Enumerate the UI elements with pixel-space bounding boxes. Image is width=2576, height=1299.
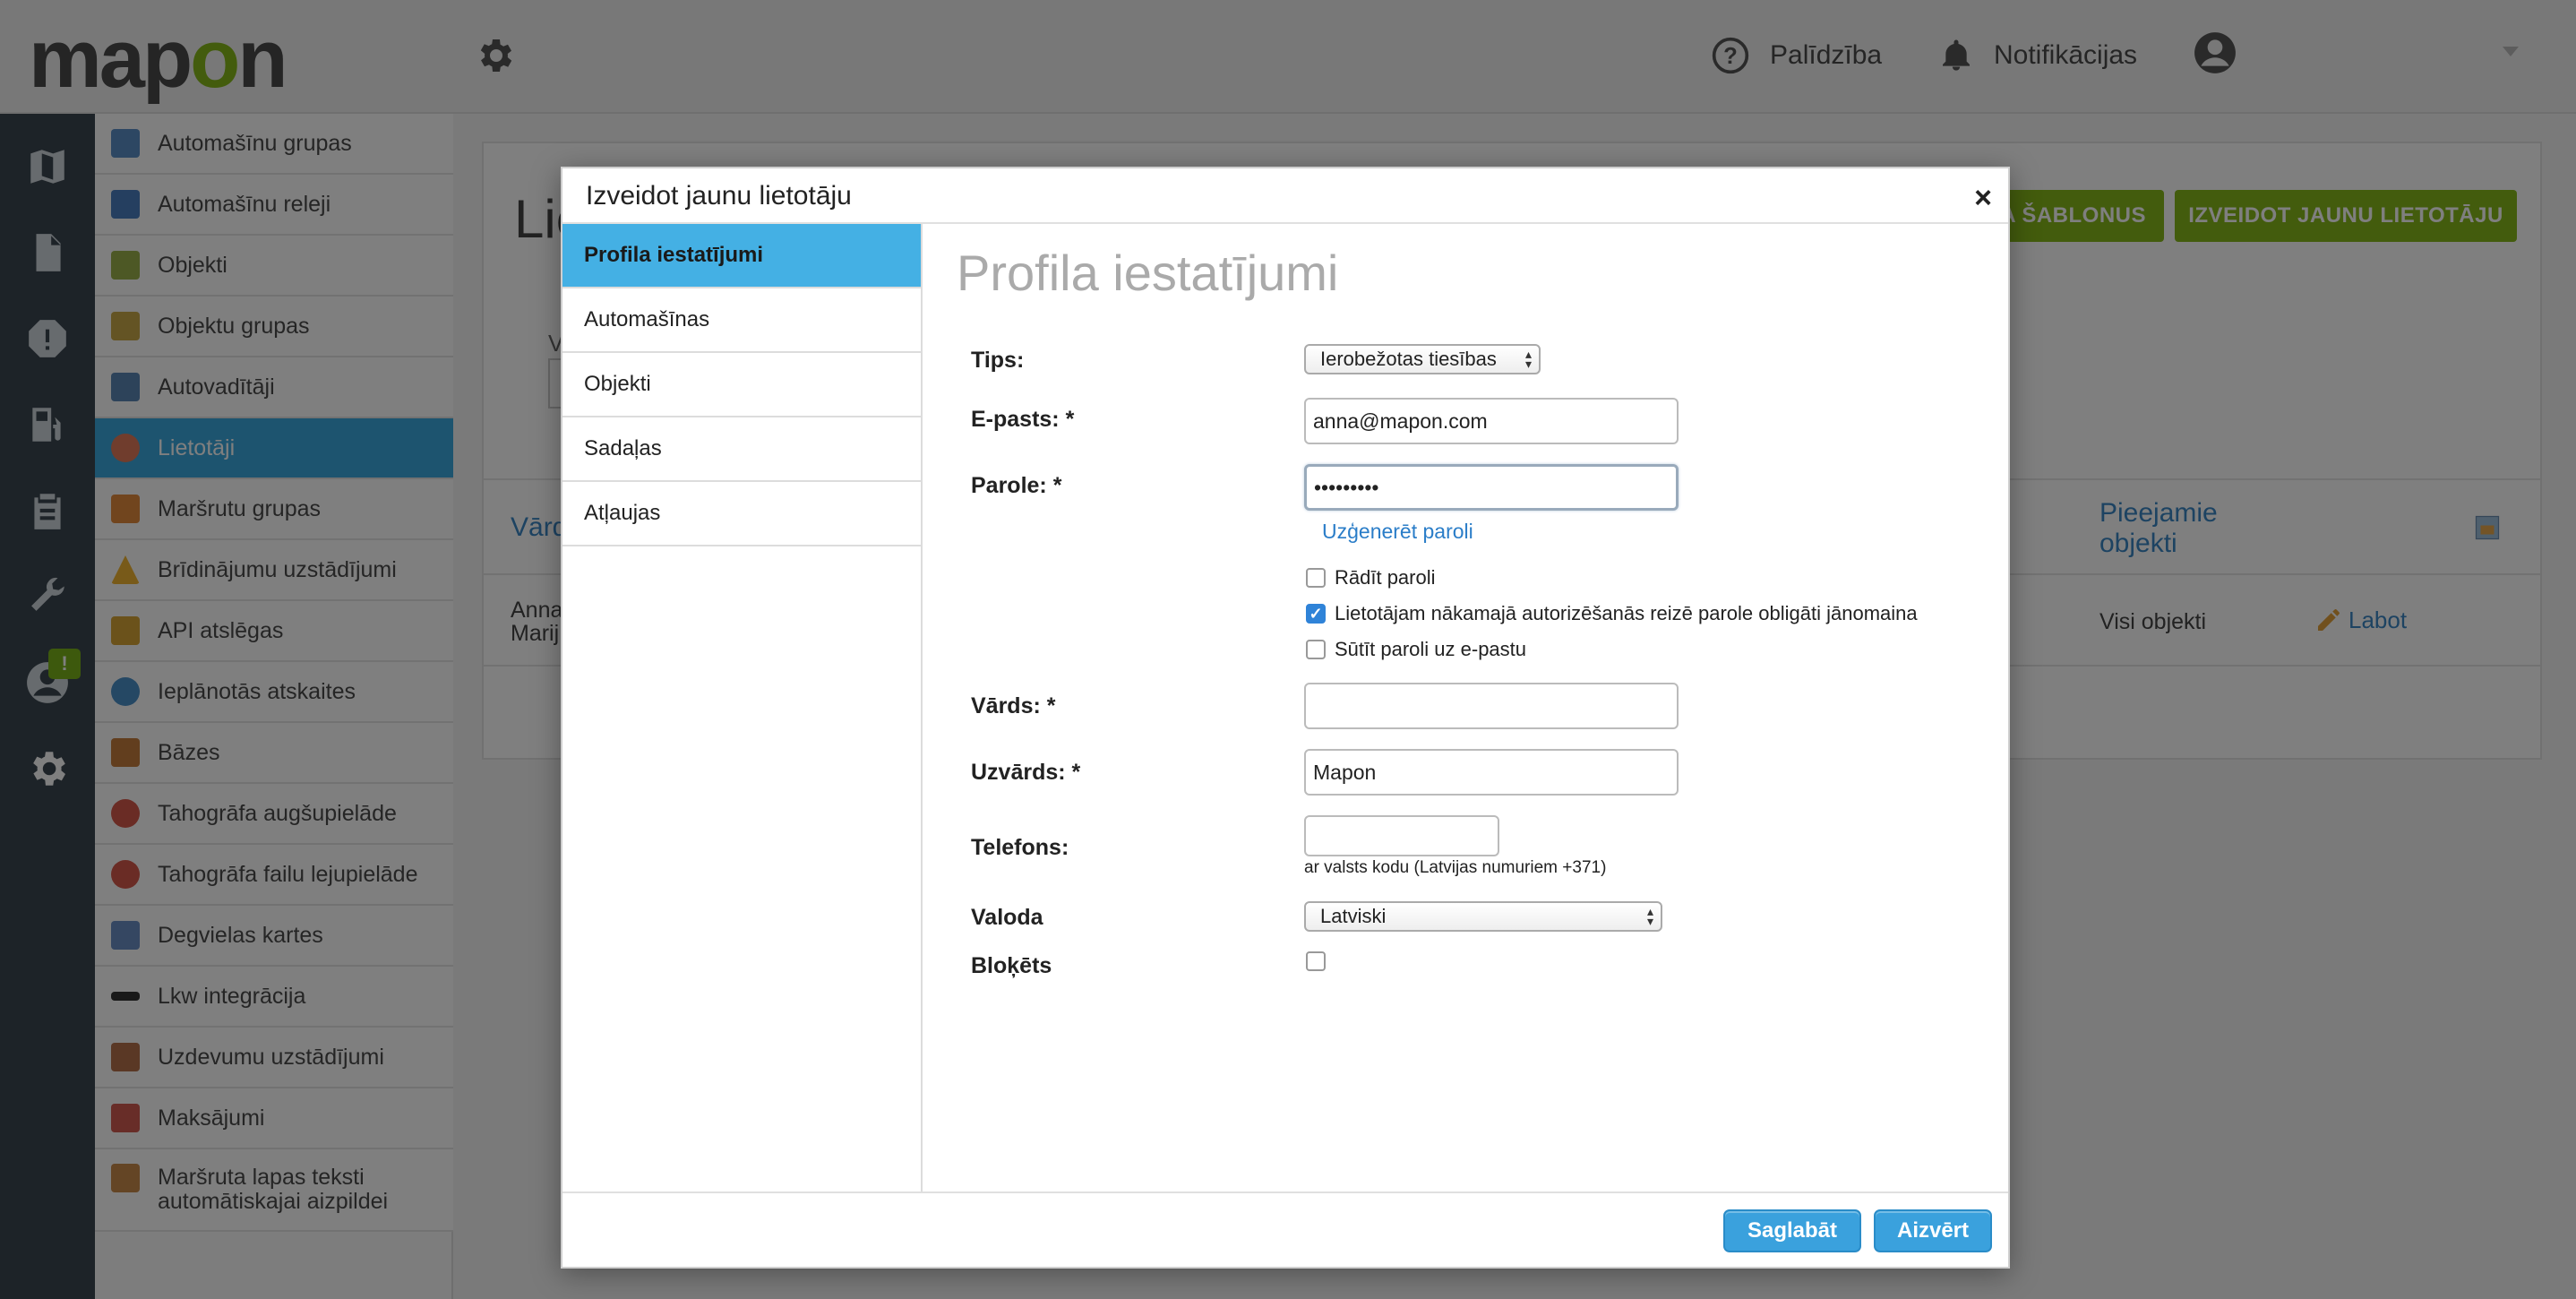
- email-label: E-pasts: *: [971, 407, 1075, 432]
- show-password-label: Rādīt paroli: [1335, 566, 1436, 589]
- tab-objects[interactable]: Objekti: [562, 353, 921, 417]
- type-select-value: Ierobežotas tiesības: [1320, 348, 1497, 370]
- language-label: Valoda: [971, 905, 1043, 930]
- phone-label: Telefons:: [971, 835, 1069, 860]
- dialog-title: Izveidot jaunu lietotāju: [586, 181, 852, 211]
- save-button[interactable]: Saglabāt: [1723, 1209, 1861, 1252]
- email-field[interactable]: anna@mapon.com: [1304, 398, 1679, 444]
- close-button[interactable]: Aizvērt: [1874, 1209, 1992, 1252]
- show-password-option[interactable]: Rādīt paroli: [1306, 566, 1436, 589]
- close-icon[interactable]: ×: [1974, 183, 1992, 213]
- blocked-checkbox[interactable]: [1306, 951, 1326, 971]
- force-change-option[interactable]: ✓ Lietotājam nākamajā autorizēšanās reiz…: [1306, 602, 1918, 625]
- select-arrows-icon: ▴ ▾: [1646, 904, 1653, 928]
- show-password-checkbox[interactable]: [1306, 568, 1326, 588]
- generate-password-link[interactable]: Uzģenerēt paroli: [1322, 520, 1473, 544]
- section-title: Profila iestatījumi: [957, 245, 1339, 301]
- language-select-value: Latviski: [1320, 905, 1387, 927]
- dialog-nav: Profila iestatījumi Automašīnas Objekti …: [562, 224, 923, 1193]
- send-email-checkbox[interactable]: [1306, 640, 1326, 659]
- send-email-option[interactable]: Sūtīt paroli uz e-pastu: [1306, 638, 1526, 661]
- type-label: Tips:: [971, 348, 1025, 373]
- tab-profile-settings[interactable]: Profila iestatījumi: [562, 224, 921, 288]
- password-field[interactable]: •••••••••: [1304, 464, 1679, 511]
- tab-sections[interactable]: Sadaļas: [562, 417, 921, 482]
- footer-divider: [562, 1191, 2008, 1193]
- tab-permissions[interactable]: Atļaujas: [562, 482, 921, 546]
- blocked-option[interactable]: [1306, 951, 1335, 971]
- language-select[interactable]: Latviski ▴ ▾: [1304, 901, 1662, 932]
- blocked-label: Bloķēts: [971, 953, 1052, 978]
- tab-cars[interactable]: Automašīnas: [562, 288, 921, 353]
- create-user-dialog: Izveidot jaunu lietotāju × Profila iesta…: [561, 167, 2010, 1269]
- force-change-label: Lietotājam nākamajā autorizēšanās reizē …: [1335, 602, 1918, 624]
- phone-hint: ar valsts kodu (Latvijas numuriem +371): [1304, 858, 1607, 877]
- force-change-checkbox[interactable]: ✓: [1306, 604, 1326, 624]
- last-name-label: Uzvārds: *: [971, 760, 1081, 785]
- last-name-field[interactable]: Mapon: [1304, 749, 1679, 796]
- select-arrows-icon: ▴ ▾: [1524, 347, 1532, 371]
- first-name-field[interactable]: [1304, 683, 1679, 729]
- send-email-label: Sūtīt paroli uz e-pastu: [1335, 638, 1527, 660]
- type-select[interactable]: Ierobežotas tiesības ▴ ▾: [1304, 344, 1541, 374]
- phone-field[interactable]: [1304, 815, 1499, 856]
- password-label: Parole: *: [971, 473, 1062, 498]
- first-name-label: Vārds: *: [971, 693, 1056, 718]
